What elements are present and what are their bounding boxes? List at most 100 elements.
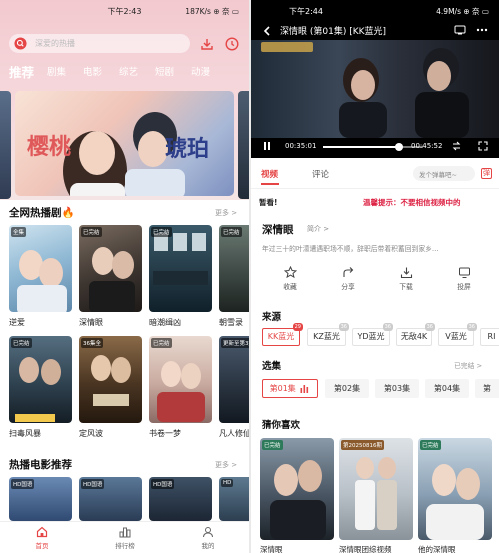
hot-dramas-title: 全网热播剧🔥 [9, 207, 75, 219]
recommend-card[interactable]: 已完结 他的深情眼 [418, 438, 492, 553]
video-player[interactable]: 下午2:44 4.9M/s ⊕ 奈 ▭ 深情眼 (第01集) [KK蓝光] 00… [251, 0, 499, 158]
movie-card[interactable]: HD [219, 477, 249, 521]
tab-series[interactable]: 剧集 [47, 64, 66, 78]
poster-art [355, 457, 397, 530]
download-icon[interactable] [200, 37, 214, 51]
rotate-icon[interactable] [451, 141, 462, 151]
drama-card[interactable]: 全集 逆爱 [9, 225, 72, 328]
episode-item[interactable]: 第04集 [425, 379, 469, 398]
status-bar: 下午2:43 187K/s ⊕ 奈 ▭ [0, 6, 249, 18]
episodes-label: 选集 [262, 361, 282, 372]
drama-card[interactable]: 已完结 书卷一梦 [149, 336, 212, 439]
tab-video[interactable]: 视频 [261, 168, 278, 180]
cast-icon [458, 267, 470, 278]
episodes-status[interactable]: 已完结 > [454, 360, 482, 370]
tab-movie[interactable]: 电影 [83, 64, 102, 78]
recommend-card[interactable]: 第20250816期 深情眼团综视频 [339, 438, 413, 553]
search-input[interactable]: 深爱的热播 [9, 34, 190, 53]
history-icon[interactable] [225, 37, 239, 51]
pause-icon[interactable] [262, 141, 272, 151]
cast-button[interactable]: 投屏 [447, 266, 481, 291]
source-4k[interactable]: 无敌4K 36 [396, 323, 435, 346]
source-badge: 36 [382, 323, 393, 331]
episode-item[interactable]: 第02集 [325, 379, 369, 398]
episode-item[interactable]: 第03集 [375, 379, 419, 398]
back-icon[interactable] [263, 26, 271, 36]
ranking-icon [119, 527, 131, 538]
drama-card[interactable]: 36集全 定风波 [79, 336, 142, 439]
banner-next-slide [238, 91, 249, 199]
drama-card[interactable]: 已完结 朝雪录 [219, 225, 249, 328]
drama-card[interactable]: 更新至第3集 凡人修仙传 [219, 336, 249, 439]
nav-ranking[interactable]: 排行榜 [105, 526, 145, 550]
drama-tag: 已完结 [81, 227, 102, 237]
drama-tag: 36集全 [81, 338, 103, 348]
nav-profile-label: 我的 [201, 542, 215, 550]
detail-tabs: 视频 评论 发个弹幕吧~ 弹 [251, 163, 499, 189]
drama-title: 朝雪录 [219, 318, 243, 327]
banner-prev-slide [0, 91, 11, 199]
progress-fill [323, 146, 399, 148]
hot-movies-more[interactable]: 更多 > [215, 460, 237, 470]
download-button[interactable]: 下载 [389, 266, 423, 291]
movie-card[interactable]: HD国语 [9, 477, 72, 521]
hot-dramas-more[interactable]: 更多 > [215, 208, 237, 218]
notice-text-b: 温馨提示：不要相信视频中的 [363, 198, 461, 207]
recommend-card[interactable]: 已完结 深情眼 [260, 438, 334, 553]
drama-card[interactable]: 已完结 深情眼 [79, 225, 142, 328]
intro-link[interactable]: 简介 > [307, 224, 329, 234]
movie-poster: HD [219, 477, 249, 521]
source-ri[interactable]: RI [480, 328, 499, 346]
video-art [261, 42, 469, 138]
drama-title: 逆爱 [9, 318, 25, 327]
show-description: 年过三十的叶濛遭遇职场不顺，辞职后带着积蓄回到家乡… [262, 245, 439, 253]
danmu-input[interactable]: 发个弹幕吧~ [413, 166, 475, 181]
nav-home[interactable]: 首页 [22, 526, 62, 550]
drama-tag: 更新至第3集 [221, 338, 249, 348]
tab-variety[interactable]: 综艺 [119, 64, 138, 78]
tab-comments[interactable]: 评论 [312, 168, 329, 180]
drama-card[interactable]: 已完结 扫毒风暴 [9, 336, 72, 439]
tab-anime[interactable]: 动漫 [191, 64, 210, 78]
drama-tag: 已完结 [151, 338, 172, 348]
hero-banner[interactable]: 樱桃 琥珀 [0, 91, 249, 199]
recommend-title: 他的深情眼 [418, 545, 456, 553]
source-yd[interactable]: YD蓝光 36 [352, 323, 393, 346]
movie-card[interactable]: HD国语 [79, 477, 142, 521]
drama-title: 扫毒风暴 [9, 429, 41, 438]
nav-profile[interactable]: 我的 [188, 526, 228, 550]
recommend-poster: 已完结 [260, 438, 334, 540]
share-button[interactable]: 分享 [331, 266, 365, 291]
recommend-title: 深情眼 [260, 545, 283, 553]
poster-art [91, 355, 131, 406]
source-kk[interactable]: KK蓝光 29 [262, 323, 303, 346]
movie-tag: HD国语 [81, 479, 105, 489]
favorite-label: 收藏 [283, 283, 297, 291]
tab-recommend[interactable]: 推荐 [9, 62, 34, 81]
source-v[interactable]: V蓝光 36 [438, 323, 477, 346]
fullscreen-icon[interactable] [478, 141, 488, 151]
tv-icon[interactable] [454, 25, 466, 35]
source-kz[interactable]: KZ蓝光 36 [307, 323, 349, 346]
progress-bar[interactable] [323, 143, 423, 151]
favorite-button[interactable]: 收藏 [273, 266, 307, 291]
guess-label: 猜你喜欢 [262, 420, 301, 431]
bottom-nav: 首页 排行榜 我的 [0, 521, 249, 553]
banner-main-slide[interactable]: 樱桃 琥珀 [15, 91, 234, 196]
more-icon[interactable] [476, 28, 488, 32]
profile-icon [203, 527, 213, 538]
recommend-poster: 第20250816期 [339, 438, 413, 540]
movie-card[interactable]: HD国语 [149, 477, 212, 521]
source-badge: 29 [292, 323, 303, 331]
danmu-toggle-icon[interactable]: 弹 [481, 168, 492, 179]
drama-poster: 已完结 [149, 225, 212, 312]
drama-card[interactable]: 已完结 暗潮缉凶 [149, 225, 212, 328]
poster-art [270, 460, 326, 540]
tab-short-drama[interactable]: 短剧 [155, 64, 174, 78]
category-tabs: 推荐 剧集 电影 综艺 短剧 动漫 [0, 64, 249, 82]
episode-item[interactable]: 第01集 [262, 379, 318, 398]
source-name: 无敌4K [400, 332, 428, 341]
episode-item[interactable]: 第 [475, 379, 499, 398]
share-label: 分享 [341, 283, 355, 291]
progress-knob[interactable] [395, 143, 403, 151]
